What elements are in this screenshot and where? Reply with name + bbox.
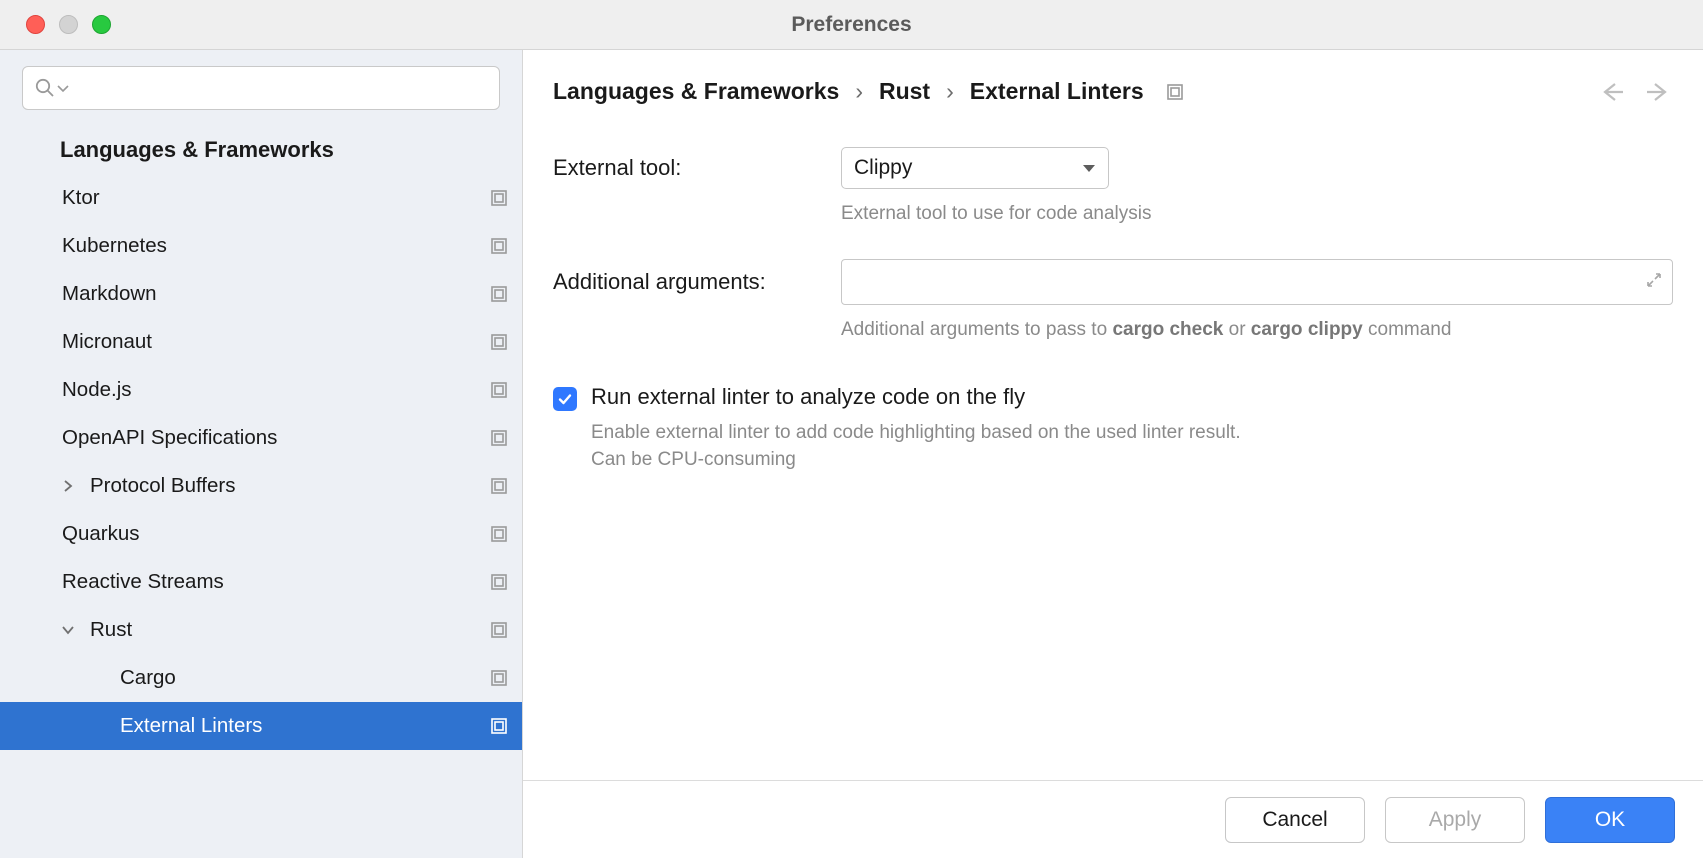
sidebar-item-label: Cargo — [120, 666, 490, 690]
dialog-footer: Cancel Apply OK — [523, 780, 1703, 858]
settings-tree: Languages & Frameworks Ktor Kubernetes M… — [0, 126, 522, 858]
sidebar-item-label: Quarkus — [62, 522, 490, 546]
chevron-down-icon — [56, 624, 80, 636]
sidebar-item-label: Languages & Frameworks — [60, 137, 508, 163]
run-on-fly-label[interactable]: Run external linter to analyze code on t… — [591, 384, 1271, 410]
scope-project-icon — [490, 333, 508, 351]
external-tool-value: Clippy — [854, 156, 912, 180]
sidebar-item-label: External Linters — [120, 714, 490, 738]
scope-project-icon — [490, 189, 508, 207]
run-on-fly-hint: Enable external linter to add code highl… — [591, 420, 1271, 473]
zoom-window-button[interactable] — [92, 15, 111, 34]
breadcrumb-item[interactable]: Languages & Frameworks — [553, 78, 839, 105]
close-window-button[interactable] — [26, 15, 45, 34]
scope-project-icon — [490, 669, 508, 687]
scope-project-icon — [490, 573, 508, 591]
titlebar: Preferences — [0, 0, 1703, 50]
search-field[interactable] — [75, 77, 489, 100]
sidebar-item-kubernetes[interactable]: Kubernetes — [0, 222, 522, 270]
minimize-window-button[interactable] — [59, 15, 78, 34]
apply-button[interactable]: Apply — [1385, 797, 1525, 843]
scope-project-icon — [490, 429, 508, 447]
scope-project-icon — [490, 477, 508, 495]
sidebar-item-cargo[interactable]: Cargo — [0, 654, 522, 702]
sidebar-category-languages-frameworks[interactable]: Languages & Frameworks — [0, 126, 522, 174]
sidebar: Languages & Frameworks Ktor Kubernetes M… — [0, 50, 523, 858]
back-button[interactable] — [1597, 81, 1625, 103]
cancel-button[interactable]: Cancel — [1225, 797, 1365, 843]
sidebar-item-label: Micronaut — [62, 330, 490, 354]
breadcrumb-item: External Linters — [970, 78, 1144, 105]
ok-button[interactable]: OK — [1545, 797, 1675, 843]
settings-panel: Languages & Frameworks › Rust › External… — [523, 50, 1703, 858]
chevron-right-icon: › — [855, 78, 863, 105]
sidebar-item-quarkus[interactable]: Quarkus — [0, 510, 522, 558]
sidebar-item-label: Ktor — [62, 186, 490, 210]
external-tool-label: External tool: — [553, 155, 841, 181]
external-tool-select[interactable]: Clippy — [841, 147, 1109, 189]
run-on-fly-checkbox[interactable] — [553, 387, 577, 411]
sidebar-item-openapi[interactable]: OpenAPI Specifications — [0, 414, 522, 462]
sidebar-item-protocol-buffers[interactable]: Protocol Buffers — [0, 462, 522, 510]
sidebar-item-label: Markdown — [62, 282, 490, 306]
sidebar-item-label: Rust — [90, 618, 490, 642]
breadcrumb-item[interactable]: Rust — [879, 78, 930, 105]
scope-project-icon — [1166, 83, 1184, 101]
sidebar-item-external-linters[interactable]: External Linters — [0, 702, 522, 750]
check-icon — [557, 391, 573, 407]
sidebar-item-ktor[interactable]: Ktor — [0, 174, 522, 222]
sidebar-item-nodejs[interactable]: Node.js — [0, 366, 522, 414]
window-title: Preferences — [0, 13, 1703, 37]
external-tool-hint: External tool to use for code analysis — [841, 201, 1673, 227]
scope-project-icon — [490, 285, 508, 303]
chevron-right-icon: › — [946, 78, 954, 105]
breadcrumb: Languages & Frameworks › Rust › External… — [553, 78, 1579, 105]
forward-button[interactable] — [1645, 81, 1673, 103]
sidebar-item-label: Reactive Streams — [62, 570, 490, 594]
scope-project-icon — [490, 381, 508, 399]
sidebar-item-label: Node.js — [62, 378, 490, 402]
sidebar-item-reactive-streams[interactable]: Reactive Streams — [0, 558, 522, 606]
search-input[interactable] — [22, 66, 500, 110]
additional-args-hint: Additional arguments to pass to cargo ch… — [841, 317, 1673, 343]
expand-field-icon[interactable] — [1646, 270, 1662, 294]
additional-args-label: Additional arguments: — [553, 269, 841, 295]
sidebar-item-label: Kubernetes — [62, 234, 490, 258]
sidebar-item-label: OpenAPI Specifications — [62, 426, 490, 450]
sidebar-item-micronaut[interactable]: Micronaut — [0, 318, 522, 366]
sidebar-item-rust[interactable]: Rust — [0, 606, 522, 654]
window-controls — [0, 15, 111, 34]
scope-project-icon — [490, 237, 508, 255]
scope-project-icon — [490, 525, 508, 543]
scope-project-icon — [490, 621, 508, 639]
scope-project-icon — [490, 717, 508, 735]
chevron-right-icon — [56, 479, 80, 493]
sidebar-item-label: Protocol Buffers — [90, 474, 490, 498]
additional-args-input[interactable] — [841, 259, 1673, 305]
sidebar-item-markdown[interactable]: Markdown — [0, 270, 522, 318]
dropdown-triangle-icon — [1082, 156, 1096, 180]
search-icon — [33, 76, 57, 100]
chevron-down-icon — [57, 76, 69, 100]
